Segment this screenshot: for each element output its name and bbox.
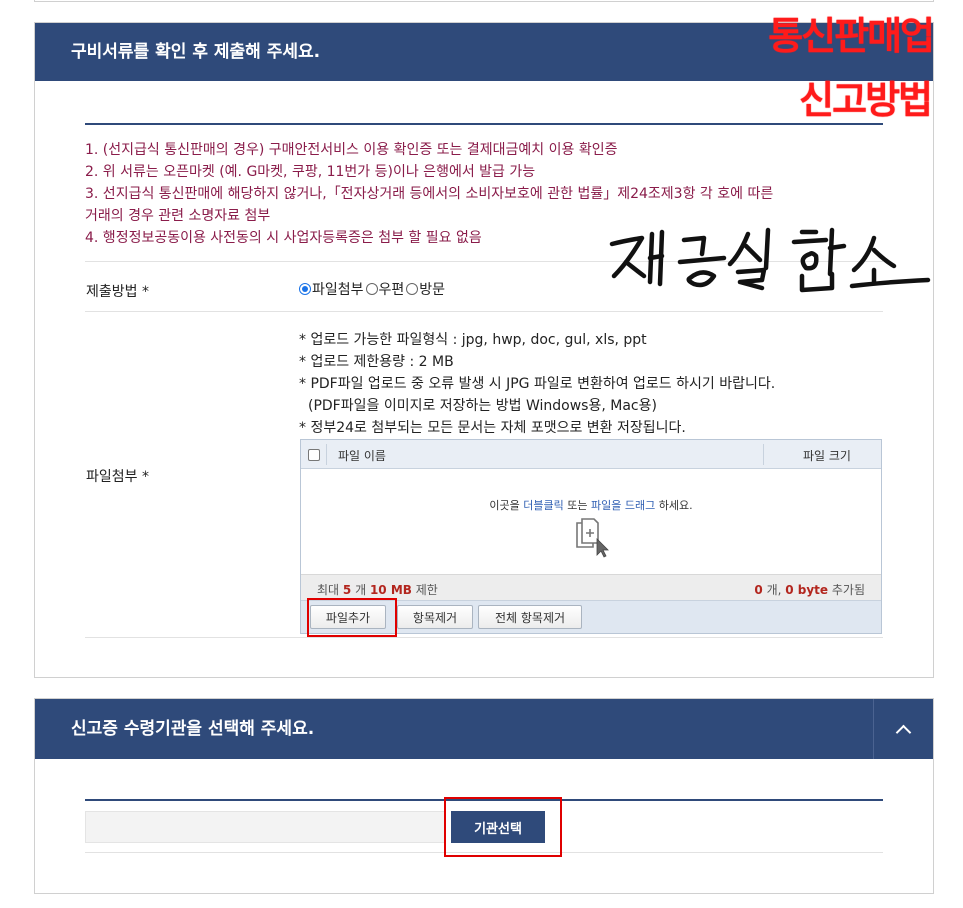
limit-part: 개 xyxy=(351,583,370,597)
info-line: * 업로드 가능한 파일형식 : jpg, hwp, doc, gul, xls… xyxy=(299,332,647,348)
drop-text-part: 이곳을 xyxy=(489,499,524,512)
info-line-pdf-help: (PDF파일을 이미지로 저장하는 방법 Windows용, Mac용) xyxy=(308,398,657,414)
radio-dot[interactable] xyxy=(299,283,311,295)
previous-panel-bottom xyxy=(34,0,934,2)
column-separator xyxy=(763,444,764,465)
added-files-text: 0 개, 0 byte 추가됨 xyxy=(754,581,865,598)
section-divider xyxy=(85,123,883,125)
file-upload-info: * 업로드 가능한 파일형식 : jpg, hwp, doc, gul, xls… xyxy=(299,329,775,439)
column-separator xyxy=(326,444,327,465)
uploader-header: 파일 이름 파일 크기 xyxy=(301,440,881,469)
agency-panel-header: 신고증 수령기관을 선택해 주세요. xyxy=(35,699,933,759)
overlay-title-line1: 통신판매업 xyxy=(768,14,935,58)
remove-all-items-button[interactable]: 전체 항목제거 xyxy=(478,605,582,629)
radio-file-attach[interactable]: 파일첨부 xyxy=(299,279,364,299)
handwritten-signature xyxy=(609,227,931,293)
add-file-icon xyxy=(576,518,609,558)
documents-panel: 구비서류를 확인 후 제출해 주세요. 통신판매업 신고방법 1. (선지급식 … xyxy=(34,17,935,678)
radio-dot[interactable] xyxy=(406,283,419,295)
radio-mail[interactable]: 우편 xyxy=(365,279,405,299)
note-line: 1. (선지급식 통신판매의 경우) 구매안전서비스 이용 확인증 또는 결제대… xyxy=(85,142,618,158)
highlight-box-select-agency xyxy=(444,797,562,857)
submit-method-label: 제출방법 * xyxy=(86,284,149,300)
file-drop-zone[interactable]: 이곳을 더블클릭 또는 파일을 드래그 하세요. xyxy=(301,470,881,574)
radio-dot[interactable] xyxy=(365,283,378,295)
agency-panel: 신고증 수령기관을 선택해 주세요. 기관선택 xyxy=(34,698,934,894)
select-all-checkbox[interactable] xyxy=(308,449,320,461)
upload-limit-text: 최대 5 개 10 MB 제한 xyxy=(317,581,438,598)
info-line: * 정부24로 첨부되는 모든 문서는 자체 포맷으로 변환 저장됩니다. xyxy=(299,420,686,436)
drop-text-highlight: 더블클릭 xyxy=(523,499,564,512)
limit-part: 제한 xyxy=(411,583,438,597)
note-line: 3. 선지급식 통신판매에 해당하지 않거나,「전자상거래 등에서의 소비자보호… xyxy=(85,186,774,202)
uploader-status-bar: 최대 5 개 10 MB 제한 0 개, 0 byte 추가됨 xyxy=(301,574,881,600)
added-part: 개, xyxy=(762,583,786,597)
agency-display-field xyxy=(85,811,445,843)
drop-text-part: 또는 xyxy=(563,499,591,512)
radio-visit[interactable]: 방문 xyxy=(406,279,445,299)
agency-panel-title: 신고증 수령기관을 선택해 주세요. xyxy=(71,719,315,739)
added-count: 0 xyxy=(754,583,763,597)
drop-text-part: 하세요. xyxy=(655,499,693,512)
remove-item-button[interactable]: 항목제거 xyxy=(397,605,473,629)
drop-text-highlight: 파일을 드래그 xyxy=(591,499,656,512)
overlay-title-line2: 신고방법 xyxy=(799,78,933,122)
highlight-box-add-file xyxy=(307,598,397,637)
radio-label: 방문 xyxy=(419,282,446,298)
file-attach-label: 파일첨부 * xyxy=(86,469,149,485)
limit-size: 10 MB xyxy=(369,583,412,597)
note-line: 2. 위 서류는 오픈마켓 (예. G마켓, 쿠팡, 11번가 등)이나 은행에… xyxy=(85,164,536,180)
added-size: 0 byte xyxy=(785,583,829,597)
radio-label: 파일첨부 xyxy=(312,282,364,298)
submit-method-radios: 파일첨부 우편 방문 xyxy=(299,279,447,299)
row-divider xyxy=(85,637,883,638)
limit-part: 최대 xyxy=(317,583,343,597)
chevron-up-icon xyxy=(895,724,912,740)
file-name-column: 파일 이름 xyxy=(338,449,386,463)
file-size-column: 파일 크기 xyxy=(803,449,851,463)
info-line: * PDF파일 업로드 중 오류 발생 시 JPG 파일로 변환하여 업로드 하… xyxy=(299,376,776,392)
documents-panel-header: 구비서류를 확인 후 제출해 주세요. 통신판매업 xyxy=(35,17,935,81)
radio-label: 우편 xyxy=(378,282,405,298)
row-divider xyxy=(85,311,883,312)
drop-instructions: 이곳을 더블클릭 또는 파일을 드래그 하세요. xyxy=(301,497,881,513)
documents-panel-title: 구비서류를 확인 후 제출해 주세요. xyxy=(71,42,321,62)
added-part: 추가됨 xyxy=(828,583,865,597)
info-line: * 업로드 제한용량 : 2 MB xyxy=(299,354,454,370)
collapse-toggle[interactable] xyxy=(873,699,933,759)
limit-count: 5 xyxy=(342,583,352,597)
